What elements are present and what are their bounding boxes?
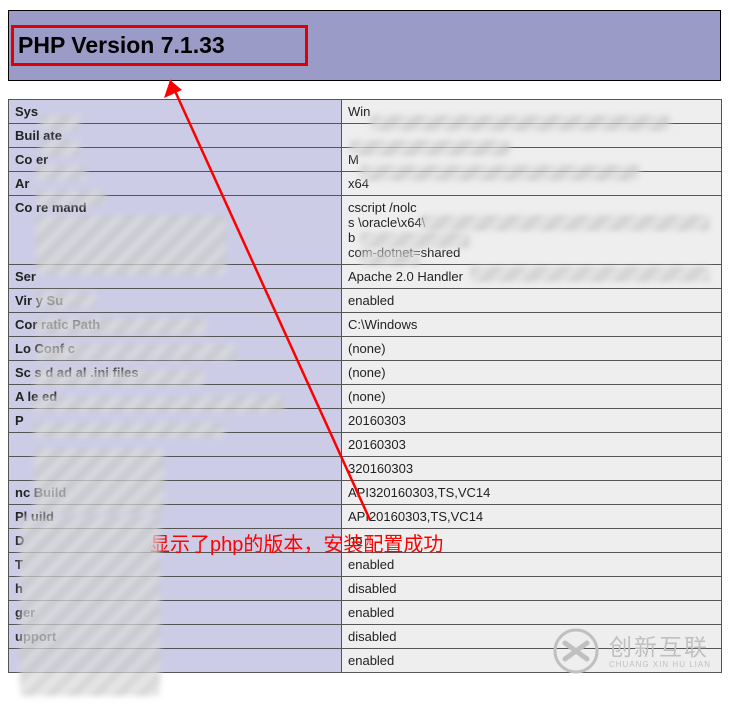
smudge	[34, 396, 284, 412]
smudge	[36, 318, 206, 334]
phpinfo-header: PHP Version 7.1.33	[8, 10, 721, 81]
smudge	[36, 165, 86, 181]
smudge	[40, 140, 80, 156]
row-value: enabled	[342, 289, 722, 313]
smudge	[36, 292, 96, 308]
watermark: 创新互联 CHUANG XIN HU LIAN	[553, 628, 711, 679]
watermark-cn: 创新互联	[609, 636, 711, 659]
smudge	[34, 448, 164, 514]
arrow-head	[164, 80, 182, 98]
smudge	[420, 215, 710, 231]
annotation-text: 显示了php的版本，安装配置成功	[150, 528, 443, 557]
smudge	[36, 190, 106, 206]
highlight-box: PHP Version 7.1.33	[11, 25, 308, 66]
row-value: C:\Windows	[342, 313, 722, 337]
smudge	[40, 115, 80, 131]
smudge	[36, 215, 226, 275]
row-value: (none)	[342, 361, 722, 385]
smudge	[470, 266, 710, 282]
smudge	[350, 140, 510, 156]
row-value: 320160303	[342, 457, 722, 481]
smudge	[34, 422, 224, 438]
table-row: Vir y Suenabled	[9, 289, 722, 313]
row-value: (none)	[342, 337, 722, 361]
row-value: disabled	[342, 577, 722, 601]
smudge	[34, 370, 204, 386]
page-title: PHP Version 7.1.33	[18, 32, 225, 59]
smudge	[20, 516, 160, 696]
row-value: 20160303	[342, 409, 722, 433]
row-value: enabled	[342, 601, 722, 625]
row-value: API320160303,TS,VC14	[342, 481, 722, 505]
smudge	[36, 344, 236, 360]
row-value: API20160303,TS,VC14	[342, 505, 722, 529]
row-value: (none)	[342, 385, 722, 409]
watermark-py: CHUANG XIN HU LIAN	[609, 659, 711, 670]
smudge	[370, 115, 670, 131]
row-value: 20160303	[342, 433, 722, 457]
smudge	[360, 232, 470, 248]
watermark-logo-icon	[553, 628, 599, 679]
smudge	[360, 165, 640, 181]
smudge	[360, 250, 420, 266]
